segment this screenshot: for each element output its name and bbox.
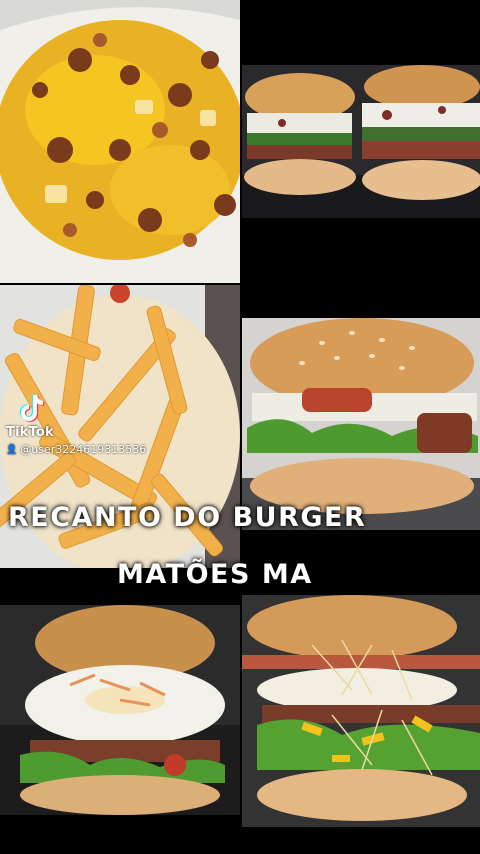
two-burgers-photo — [242, 65, 480, 218]
sesame-burger-photo — [242, 318, 480, 530]
tiktok-brand-label: TikTok — [6, 425, 54, 440]
caption-location: MATÕES MA — [117, 559, 313, 590]
fries-cheddar-bacon-photo — [0, 0, 240, 283]
tiktok-note-icon — [19, 394, 45, 422]
egg-burger-photo — [0, 605, 240, 815]
loaded-burger-photo — [242, 595, 480, 827]
person-icon: 👤 — [6, 444, 18, 455]
tiktok-username: 👤 @user3224619313536 — [6, 443, 146, 456]
caption-restaurant-name: RECANTO DO BURGER — [8, 502, 367, 533]
tiktok-watermark: TikTok 👤 @user3224619313536 — [6, 393, 146, 456]
username-text: @user3224619313536 — [20, 443, 147, 456]
